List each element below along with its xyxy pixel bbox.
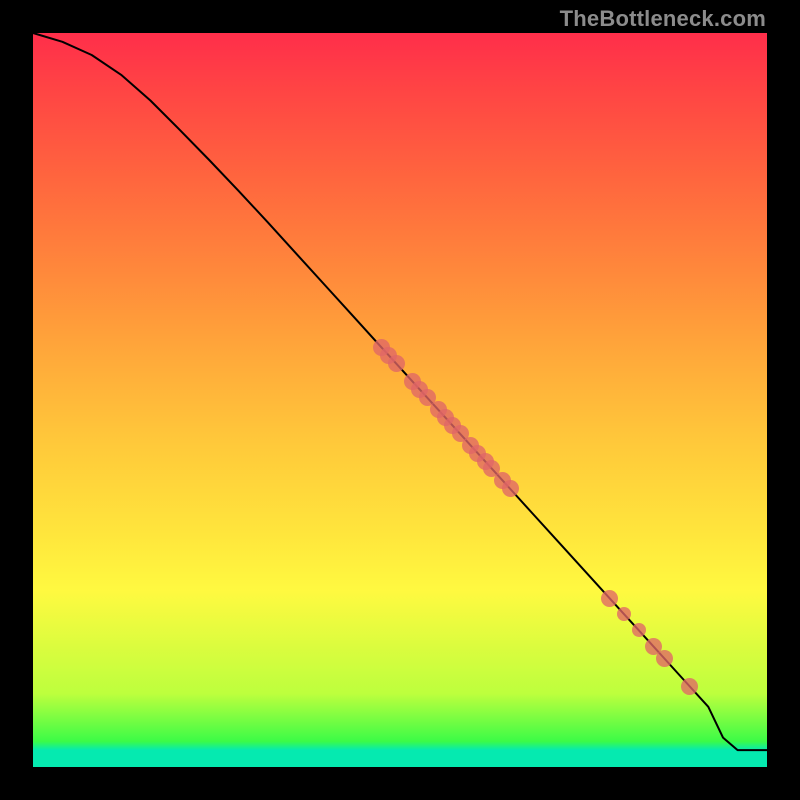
data-point: [632, 623, 646, 637]
data-point: [656, 650, 673, 667]
data-point: [388, 355, 405, 372]
plot-area: [33, 33, 767, 767]
data-point: [502, 480, 519, 497]
data-point: [601, 590, 618, 607]
watermark-text: TheBottleneck.com: [560, 6, 766, 32]
chart-stage: TheBottleneck.com: [0, 0, 800, 800]
